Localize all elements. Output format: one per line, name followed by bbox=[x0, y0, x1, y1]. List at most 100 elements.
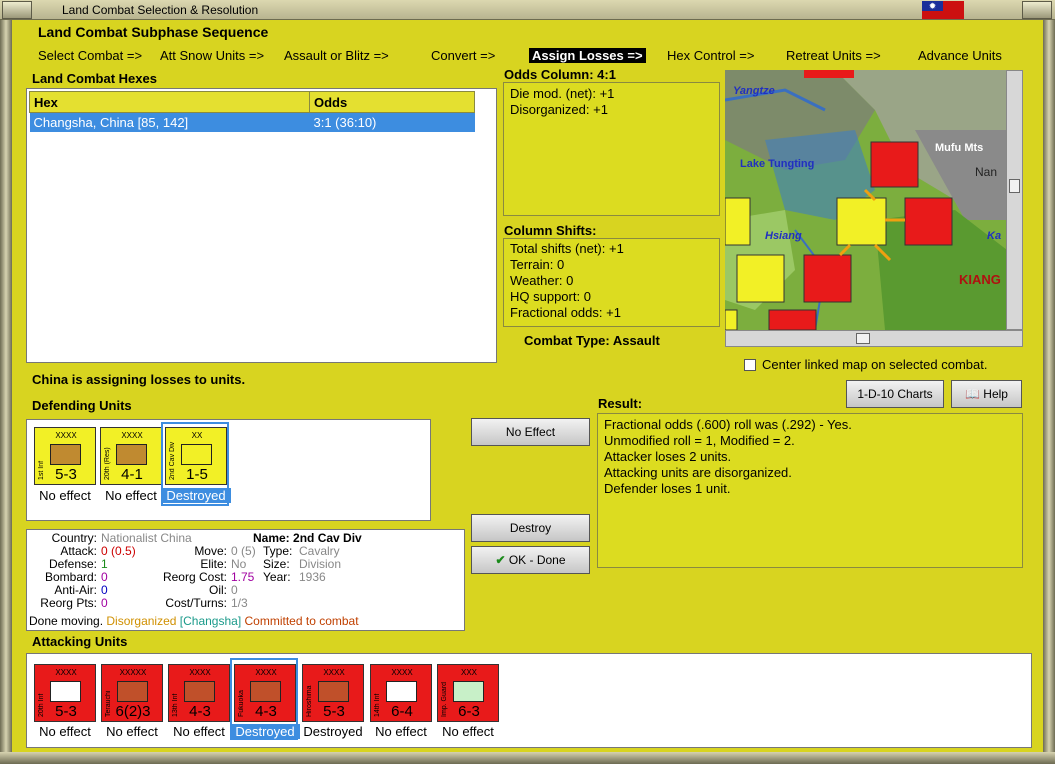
map-v-thumb[interactable] bbox=[1009, 179, 1020, 193]
map-terrain bbox=[725, 70, 1007, 330]
center-map-label: Center linked map on selected combat. bbox=[762, 357, 988, 372]
info-labels-3: Type: Size: Year: bbox=[263, 545, 292, 584]
odds-line-die-mod: Die mod. (net): +1 bbox=[510, 86, 615, 101]
hex-row-selected[interactable]: Changsha, China [85, 142] 3:1 (36:10) bbox=[29, 112, 475, 132]
defender-counter-1st-inf[interactable]: XXXX 1st Inf 5-3 bbox=[34, 427, 96, 485]
map-label-kiang: KIANG bbox=[959, 272, 1001, 287]
attacker-counter-imp-guard[interactable]: XXX Imp. Guard 6-3 bbox=[437, 664, 499, 722]
hex-list[interactable]: Hex Odds Changsha, China [85, 142] 3:1 (36… bbox=[26, 88, 497, 363]
attacker-status: Destroyed bbox=[303, 724, 363, 739]
done-moving: Done moving. bbox=[29, 614, 104, 628]
linked-map[interactable]: Yangtze Lake Tungting Mufu Mts Hsiang Na… bbox=[725, 70, 1007, 330]
attacking-units-panel: XXXX 20th Inf 5-3 No effect XXXXX Terauchi 6… bbox=[26, 653, 1032, 748]
destroy-button[interactable]: Destroy bbox=[471, 514, 590, 542]
attacker-counter-14th-inf[interactable]: XXXX 14th Inf 6-4 bbox=[370, 664, 432, 722]
column-shifts-panel: Total shifts (net): +1 Terrain: 0 Weathe… bbox=[503, 238, 720, 327]
attacker-counter-fukuoka[interactable]: XXXX Fukuoka 4-3 bbox=[234, 664, 296, 722]
bottom-border bbox=[0, 752, 1055, 764]
attacker-status: No effect bbox=[442, 724, 494, 739]
counter-size: XXXX bbox=[121, 431, 143, 440]
bombard-label: Bombard: bbox=[44, 570, 97, 584]
shift-total: Total shifts (net): +1 bbox=[510, 241, 624, 256]
attacker-status: Destroyed bbox=[230, 724, 300, 739]
ok-done-button[interactable]: ✔ OK - Done bbox=[471, 546, 590, 574]
move-extra: (5) bbox=[241, 544, 256, 558]
left-border-pillar bbox=[0, 20, 12, 764]
result-line-2: Unmodified roll = 1, Modified = 2. bbox=[604, 433, 795, 448]
counter-size: XXXX bbox=[323, 668, 345, 677]
shift-hq-support: HQ support: 0 bbox=[510, 289, 591, 304]
map-vertical-scrollbar[interactable] bbox=[1006, 70, 1023, 330]
year-label: Year: bbox=[263, 570, 291, 584]
counter-value: 4-3 bbox=[255, 703, 277, 720]
attacker-status: No effect bbox=[173, 724, 225, 739]
result-line-5: Defender loses 1 unit. bbox=[604, 481, 731, 496]
map-horizontal-scrollbar[interactable] bbox=[725, 330, 1023, 347]
name-label: Name: bbox=[253, 531, 290, 545]
defender-status: Destroyed bbox=[161, 488, 231, 503]
attacker-counter-hiroshima[interactable]: XXXX Hiroshima 5-3 bbox=[302, 664, 364, 722]
counter-value: 6-3 bbox=[458, 703, 480, 720]
committed-status: Committed to combat bbox=[244, 614, 359, 628]
counter-value: 6-4 bbox=[391, 703, 413, 720]
defender-counter-2nd-cav-div[interactable]: XX 2nd Cav Div 1-5 bbox=[165, 427, 227, 485]
step-att-snow-units: Att Snow Units => bbox=[160, 48, 265, 63]
defending-header: Defending Units bbox=[32, 398, 132, 413]
map-h-thumb[interactable] bbox=[856, 333, 870, 344]
result-panel: Fractional odds (.600) roll was (.292) -… bbox=[597, 413, 1023, 568]
disorganized-status: Disorganized bbox=[106, 614, 177, 628]
window-menu-button[interactable] bbox=[2, 1, 32, 19]
shift-weather: Weather: 0 bbox=[510, 273, 574, 288]
defender-counter-20th-res[interactable]: XXXX 20th (Res) 4-1 bbox=[100, 427, 162, 485]
infantry-symbol-icon bbox=[184, 681, 215, 702]
right-border-pillar bbox=[1043, 20, 1055, 764]
counter-value: 5-3 bbox=[323, 703, 345, 720]
attacker-counter-13th-inf[interactable]: XXXX 13th Inf 4-3 bbox=[168, 664, 230, 722]
combat-type: Combat Type: Assault bbox=[524, 333, 660, 348]
type-value: Cavalry bbox=[299, 544, 340, 558]
no-effect-button[interactable]: No Effect bbox=[471, 418, 590, 446]
bombard-value: 0 bbox=[101, 570, 108, 584]
hexes-header: Land Combat Hexes bbox=[32, 71, 157, 86]
reserve-symbol-icon bbox=[116, 444, 147, 465]
oil-label: Oil: bbox=[209, 583, 227, 597]
step-hex-control: Hex Control => bbox=[667, 48, 755, 63]
map-label-ka: Ka bbox=[987, 230, 1002, 242]
odds-column-header: Odds Column: 4:1 bbox=[504, 67, 616, 82]
hex-column-header[interactable]: Hex bbox=[29, 91, 310, 113]
map-label-yangtze: Yangtze bbox=[733, 85, 775, 97]
info-values-3: Cavalry Division 1936 bbox=[299, 545, 341, 584]
map-label-nan: Nan bbox=[975, 165, 998, 179]
attacker-counter-20th-inf[interactable]: XXXX 20th Inf 5-3 bbox=[34, 664, 96, 722]
defense-label: Defense: bbox=[48, 557, 97, 571]
location-status: [Changsha] bbox=[179, 614, 242, 628]
attacking-header: Attacking Units bbox=[32, 634, 128, 649]
odds-column-header[interactable]: Odds bbox=[309, 91, 475, 113]
unit-info-panel: Country: Attack: Defense: Bombard: Anti-Air:… bbox=[26, 529, 465, 631]
close-window-button[interactable] bbox=[1022, 1, 1052, 19]
checkmark-icon: ✔ bbox=[495, 553, 509, 567]
attack-value: 0 bbox=[101, 544, 108, 558]
help-button[interactable]: 📖 Help bbox=[951, 380, 1022, 408]
antiair-value: 0 bbox=[101, 583, 108, 597]
attacker-counter-terauchi[interactable]: XXXXX Terauchi 6(2)3 bbox=[101, 664, 163, 722]
step-convert: Convert => bbox=[431, 48, 496, 63]
help-book-icon: 📖 bbox=[965, 387, 984, 401]
step-assign-losses-active: Assign Losses => bbox=[529, 48, 646, 63]
info-status-line: Done moving. Disorganized [Changsha] Com… bbox=[29, 613, 359, 629]
reorg-pts-value: 0 bbox=[101, 596, 108, 610]
attack-extra: (0.5) bbox=[111, 544, 136, 558]
odds-line-disorganized: Disorganized: +1 bbox=[510, 102, 608, 117]
size-label: Size: bbox=[263, 557, 290, 571]
defending-units-panel: XXXX 1st Inf 5-3 No effect XXXX 20th (Res) 4… bbox=[26, 419, 431, 521]
charts-button[interactable]: 1-D-10 Charts bbox=[846, 380, 944, 408]
step-select-combat: Select Combat => bbox=[38, 48, 143, 63]
title-bar: Land Combat Selection & Resolution ✹ bbox=[0, 0, 1055, 20]
shift-terrain: Terrain: 0 bbox=[510, 257, 565, 272]
map-label-mufu-mts: Mufu Mts bbox=[935, 142, 984, 154]
center-map-checkbox[interactable] bbox=[744, 359, 756, 371]
hex-table: Hex Odds Changsha, China [85, 142] 3:1 (36… bbox=[29, 91, 475, 132]
shift-fractional-odds: Fractional odds: +1 bbox=[510, 305, 621, 320]
infantry-symbol-icon bbox=[50, 444, 81, 465]
map-label-lake: Lake Tungting bbox=[740, 158, 815, 170]
